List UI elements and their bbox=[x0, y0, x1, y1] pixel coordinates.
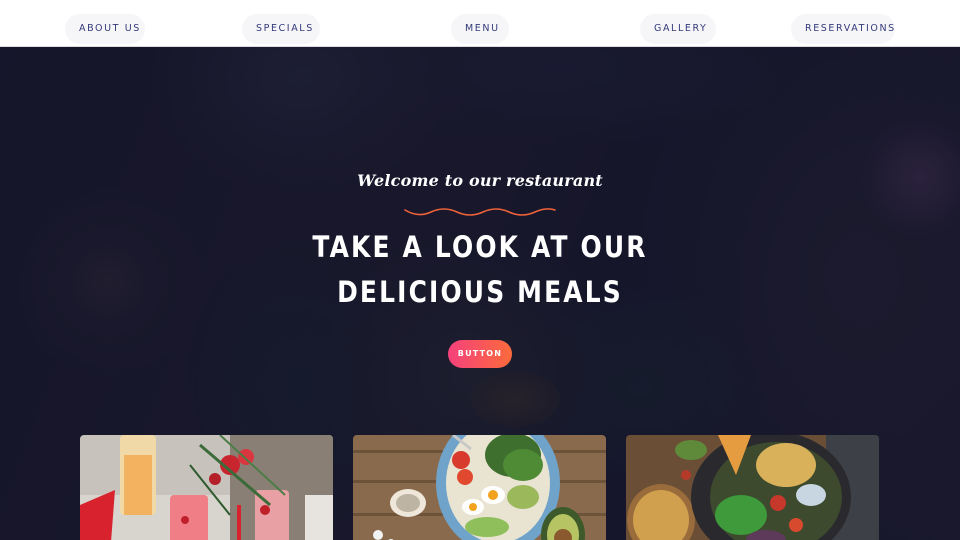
hero-cta-button[interactable]: BUTTON bbox=[448, 340, 512, 368]
hero-headline-line-1: TAKE A LOOK AT OUR bbox=[312, 230, 648, 264]
hero-section: Welcome to our restaurant TAKE A LOOK AT… bbox=[0, 47, 960, 540]
food-card-egg-salad[interactable] bbox=[353, 435, 606, 540]
nav-item-about-us[interactable]: ABOUT US bbox=[65, 14, 145, 44]
egg-salad-bowl-image bbox=[353, 435, 606, 540]
top-navigation: ABOUT US SPECIALS MENU GALLERY RESERVATI… bbox=[0, 0, 960, 47]
nav-item-gallery[interactable]: GALLERY bbox=[640, 14, 716, 44]
hero-headline: TAKE A LOOK AT OUR DELICIOUS MEALS bbox=[67, 225, 893, 315]
food-card-drinks[interactable] bbox=[80, 435, 333, 540]
drinks-image bbox=[80, 435, 333, 540]
hero-headline-line-2: DELICIOUS MEALS bbox=[337, 275, 623, 309]
nav-item-specials[interactable]: SPECIALS bbox=[242, 14, 320, 44]
nav-item-reservations[interactable]: RESERVATIONS bbox=[791, 14, 895, 44]
food-card-chickpea-bowl[interactable] bbox=[626, 435, 879, 540]
nav-item-menu[interactable]: MENU bbox=[451, 14, 509, 44]
hero-tagline: Welcome to our restaurant bbox=[357, 171, 603, 190]
wave-divider-icon bbox=[404, 208, 556, 216]
chickpea-bowl-image bbox=[626, 435, 879, 540]
